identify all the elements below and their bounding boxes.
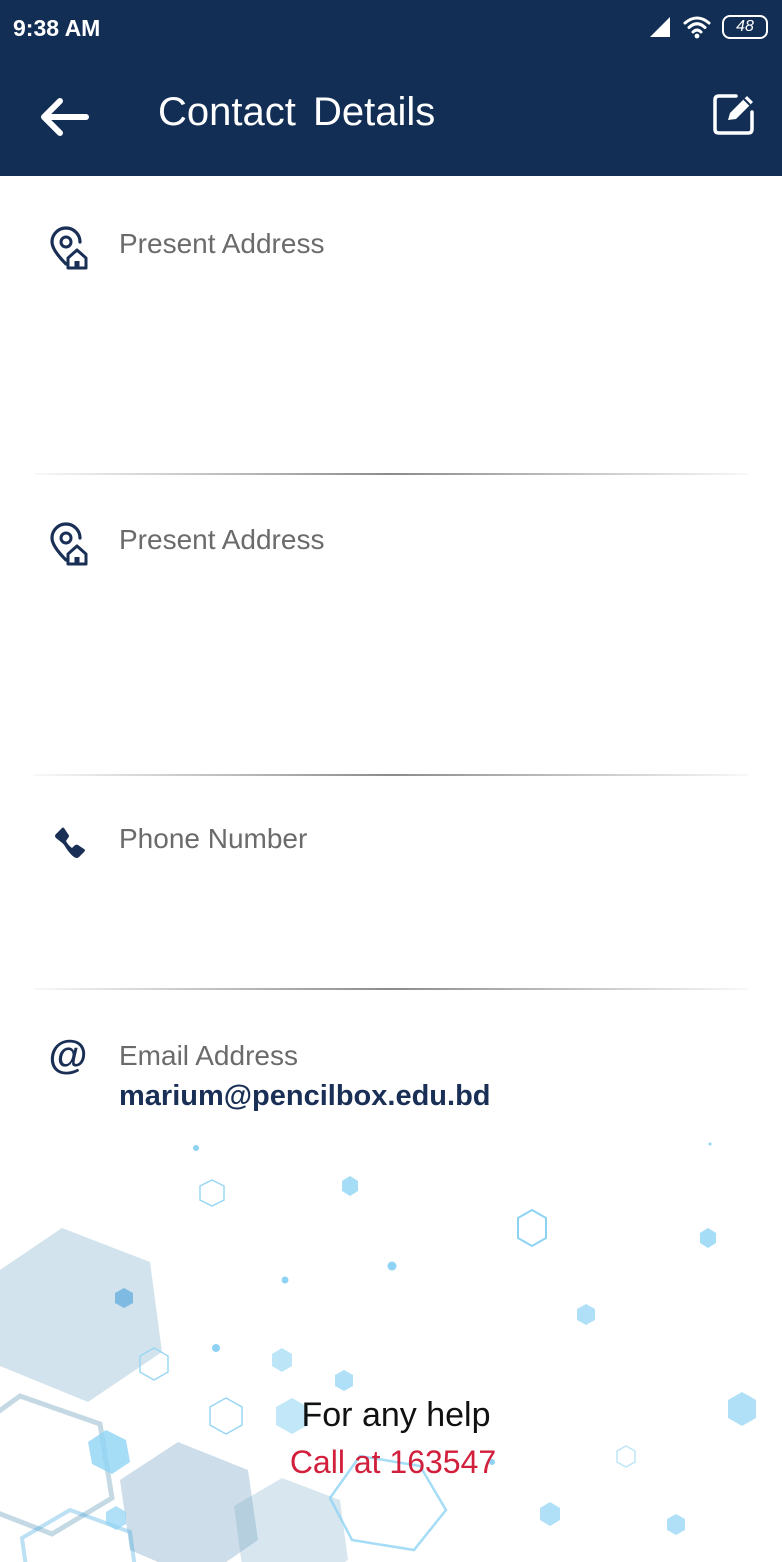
location-home-icon (50, 522, 88, 566)
svg-text:@: @ (48, 1034, 87, 1077)
page-title: Contact Details (158, 90, 436, 134)
at-icon: @ (48, 1034, 87, 1077)
edit-icon (713, 94, 754, 135)
present-address-label-1: Present Address (119, 228, 325, 259)
phone-icon (55, 827, 85, 858)
location-home-icon (50, 226, 88, 270)
present-address-section-1: Present Address (0, 176, 782, 476)
status-time: 9:38 AM (13, 15, 101, 41)
status-icons: 48 (648, 13, 768, 41)
present-address-section-2: Present Address (0, 476, 782, 776)
phone-section: Phone Number (0, 776, 782, 988)
arrow-left-icon (41, 98, 89, 136)
app-bar: Contact Details (0, 56, 782, 176)
help-title: For any help (301, 1396, 491, 1434)
edit-button[interactable] (710, 90, 758, 138)
divider (34, 473, 748, 475)
wifi-icon (683, 16, 711, 39)
phone-label: Phone Number (119, 823, 308, 854)
signal-icon (650, 17, 670, 37)
hexagon-decoration (0, 1142, 756, 1562)
battery-level: 48 (736, 18, 754, 35)
status-bar: 9:38 AM 48 (0, 0, 782, 56)
battery-icon: 48 (722, 15, 768, 39)
help-call-link[interactable]: Call at 163547 (2, 1444, 782, 1481)
email-value: marium@pencilbox.edu.bd (119, 1080, 491, 1112)
email-label: Email Address (119, 1040, 298, 1071)
back-button[interactable] (36, 92, 92, 142)
present-address-label-2: Present Address (119, 524, 325, 555)
email-section: @ Email Address marium@pencilbox.edu.bd (0, 990, 782, 1130)
